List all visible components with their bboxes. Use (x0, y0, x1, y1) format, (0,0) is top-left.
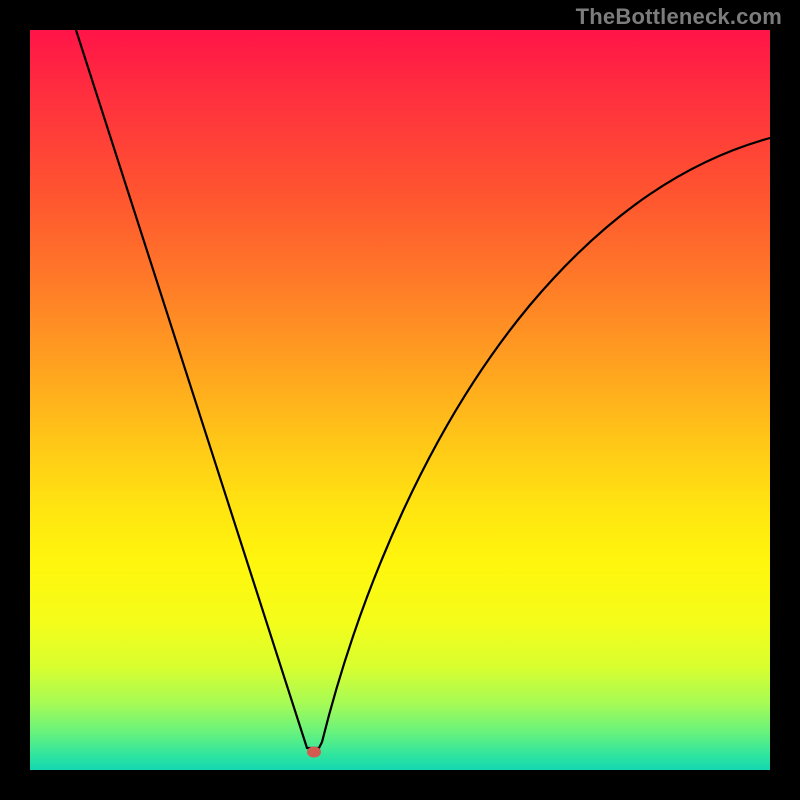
plot-area (30, 30, 770, 770)
bottleneck-curve (76, 30, 770, 748)
optimal-point-marker (307, 747, 321, 758)
chart-frame: TheBottleneck.com (0, 0, 800, 800)
watermark-text: TheBottleneck.com (576, 4, 782, 30)
curve-svg (30, 30, 770, 770)
